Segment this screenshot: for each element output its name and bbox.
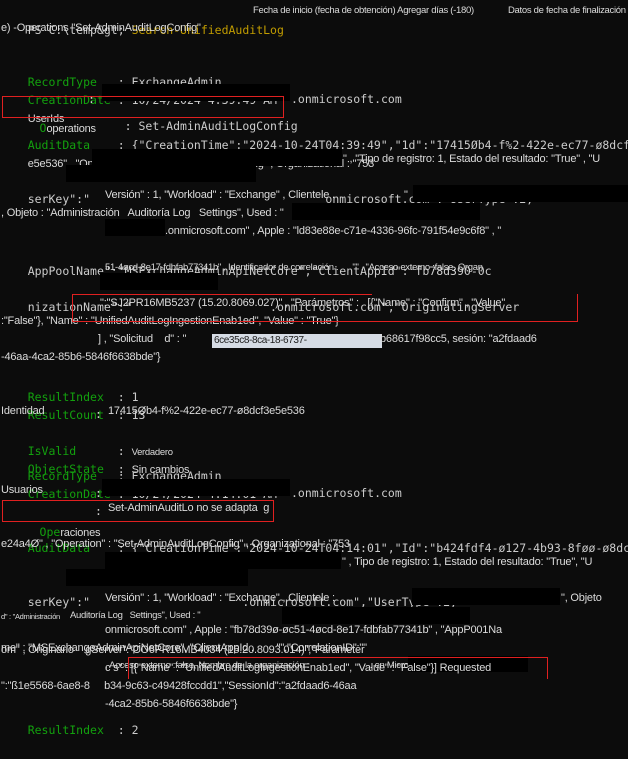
field-value-usuarios-domain: .onmicrosoft.com — [291, 486, 402, 500]
auditdata-quote-1: " — [404, 189, 408, 201]
field-label-usuarios: Usuarios — [1, 484, 43, 496]
auditdata2-line-6: Auditoría Log Settings", Used : " — [70, 610, 201, 621]
record-1-recordtype-row: RecordType : ExchangeAdmin — [27, 75, 222, 89]
redaction-bar-userkey-2 — [66, 569, 248, 586]
record-2-recordtype-row: RecordType : ExchangeAdmin — [27, 469, 222, 483]
redaction-bar-auditdata-2 — [105, 552, 341, 569]
powershell-console[interactable]: PS C:\temp&gt; Search-UnifiedAuditLog Fe… — [0, 0, 628, 737]
annotation-box-parameters-record-1 — [72, 294, 578, 322]
redaction-bar-auditdata-1 — [92, 149, 342, 166]
redaction-bar-used-1 — [292, 203, 480, 220]
auditdata2-line-4: Versión" : 1, "Workload" : "Exchange" , … — [105, 592, 335, 604]
auditdata-line-12: ] , "Solicitud d" : " — [98, 333, 187, 345]
prompt-continuation: e) -Operations "Set-AdminAuditLogConfig" — [1, 22, 201, 34]
selected-text-guid[interactable]: 6ce35c8-8ca-18-6737- — [212, 334, 382, 348]
auditdata-line-7-row: AppPoolName":"MSExchangeAdminApiNetCore"… — [0, 243, 628, 278]
auditdata2-line-12: ":"ß1e5568-6ae8-8 b34-9c63-c49428fccdd1"… — [1, 680, 357, 692]
auditdata-line-6: .onmicrosoft.com" , Apple : "ld83e88e-c7… — [165, 225, 502, 237]
redaction-bar-userids-2 — [102, 479, 290, 496]
prompt-arg-note-1: Fecha de inicio (fecha de obtención) Agr… — [253, 5, 474, 16]
annotation-box-parameters-record-2 — [128, 657, 548, 679]
record-1-isvalid-row: IsValid : Verdadero — [27, 444, 173, 458]
auditdata-after-selection: b68617f98cc5, sesión: "a2fdaad6 — [380, 333, 537, 345]
auditdata2-line-6-prefix: d" : "Administración — [1, 612, 60, 621]
redaction-bar-orgname-1 — [100, 273, 218, 290]
redaction-bar-clientele-1 — [413, 185, 628, 202]
auditdata-line-2: " , "Tipo de registro: 1, Estado del res… — [343, 153, 600, 165]
field-value-resultindex-2: 2 — [131, 723, 139, 737]
auditdata2-line-10: om" , Originario gServer":"CO6PR16MB4034… — [1, 644, 365, 656]
auditdata-line-5: , Objeto : "Administración Auditoría Log… — [1, 207, 284, 219]
annotation-box-operations-record-2 — [2, 500, 274, 522]
record-1-resultcount-row: ResultCount : 13 — [27, 408, 146, 422]
redaction-bar-clientele-2 — [412, 588, 560, 605]
redaction-bar-domain-1 — [105, 219, 165, 236]
field-colon-identity: : — [95, 407, 102, 421]
auditdata2-line-2: " , Tipo de registro: 1, Estado del resu… — [342, 556, 593, 568]
auditdata-line-4: Versión" : 1, "Workload" : "Exchange" , … — [105, 189, 335, 201]
auditdata-line-8: 51-4øcd-8e17-fdbfab77341b" , Identificad… — [105, 262, 483, 273]
record-2-auditdata-row: AuditData : {"CreationTime":"2024-10-24T… — [0, 520, 628, 555]
field-label-resultindex-2: ResultIndex — [27, 723, 104, 737]
record-1-auditdata-row: AuditData : {"CreationTime":"2024-10-24T… — [0, 117, 628, 152]
auditdata2-line-1: e24a4Ø" , "Operation" : "Set-AdminAuditL… — [1, 538, 350, 550]
record-1-resultindex-row: ResultIndex : 1 — [27, 390, 139, 404]
record-2-creationdate-row: CreationDate : 10/24/2024 4:14:01 AM — [0, 466, 628, 501]
annotation-box-operations-record-1 — [2, 96, 284, 118]
annotation-box-parameters-record-1-top — [72, 294, 372, 296]
field-value-identity: 17415Øb4-f%2-422e-ec77-ø8dcf3e5e536 — [108, 405, 305, 417]
auditdata2-line-5: ", Objeto — [561, 592, 602, 604]
redaction-bar-userkey-1 — [66, 165, 256, 182]
record-2-resultindex-row: ResultIndex : 2 — [27, 723, 139, 737]
record-1-creationdate-row: CreationDate : 10/24/2024 4:39:49 AM — [0, 72, 628, 107]
auditdata-line-13: -46aa-4ca2-85b6-5846f6638bde"} — [1, 351, 161, 363]
field-label-identity: Identidad — [1, 405, 45, 417]
auditdata2-line-7: onmicrosoft.com" , Apple : "fb78d39ø-øc5… — [105, 624, 502, 636]
redaction-bar-used-2 — [282, 607, 470, 624]
prompt-arg-note-2: Datos de fecha de finalización — [508, 5, 626, 16]
